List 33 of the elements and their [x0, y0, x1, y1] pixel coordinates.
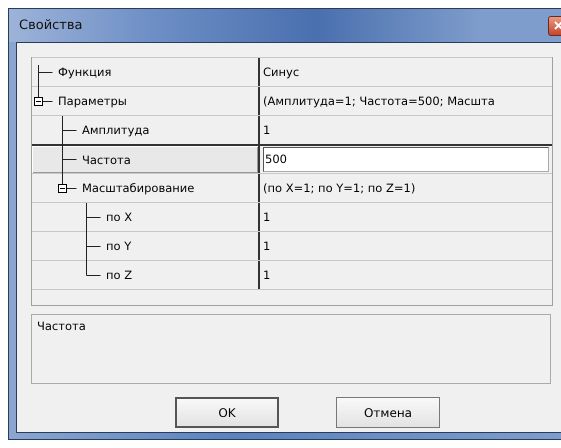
window-title: Свойства [19, 18, 82, 33]
property-row[interactable]: по Y 1 [32, 231, 552, 260]
property-row[interactable]: Масштабирование (по X=1; по Y=1; по Z=1) [32, 173, 552, 202]
property-name: по Y [106, 239, 132, 253]
property-value: 1 [263, 123, 270, 137]
property-value: Синус [263, 65, 300, 79]
property-row[interactable]: Параметры (Амплитуда=1; Частота=500; Масшта [32, 86, 552, 115]
value-field[interactable]: 500 [263, 147, 549, 172]
property-row[interactable]: по Z 1 [32, 260, 552, 289]
property-value: (по X=1; по Y=1; по Z=1) [263, 181, 416, 195]
property-name: Параметры [58, 94, 127, 108]
property-value: 1 [263, 268, 270, 282]
property-name: Частота [82, 152, 131, 166]
close-icon [554, 21, 561, 30]
description-text: Частота [31, 314, 551, 384]
collapse-icon[interactable] [34, 97, 43, 106]
property-value: (Амплитуда=1; Частота=500; Масшта [263, 94, 495, 108]
property-name: по X [106, 210, 132, 224]
property-row[interactable]: по X 1 [32, 202, 552, 231]
property-name: Масштабирование [82, 181, 194, 195]
property-value: 1 [263, 210, 270, 224]
dialog-button[interactable]: Отмена [336, 397, 440, 428]
property-name: по Z [106, 268, 132, 282]
dialog-button[interactable]: OK [175, 397, 279, 428]
property-row[interactable]: Частота 500 [32, 144, 552, 173]
property-row[interactable]: Амплитуда 1 [32, 115, 552, 144]
property-name: Функция [58, 65, 112, 79]
collapse-icon[interactable] [58, 184, 67, 193]
property-row[interactable]: Функция Синус [32, 57, 552, 86]
tree-connector [62, 116, 77, 144]
tree-connector [86, 202, 101, 232]
property-name: Амплитуда [82, 123, 150, 137]
property-value: 1 [263, 239, 270, 253]
